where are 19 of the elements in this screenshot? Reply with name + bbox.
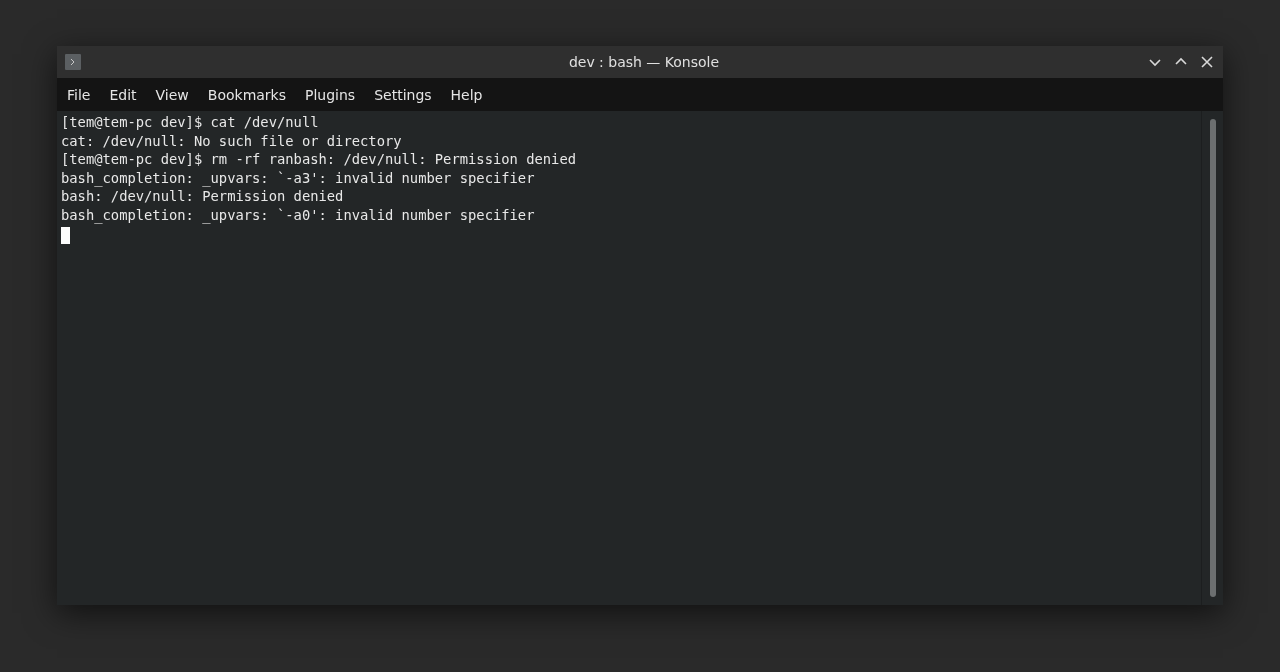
terminal-line: cat: /dev/null: No such file or directory xyxy=(61,131,403,151)
terminal-line: bash_completion: _upvars: `-a3': invalid number specifier xyxy=(61,168,536,188)
terminal-line: bash_completion: _upvars: `-a0': invalid number specifier xyxy=(61,205,536,225)
menu-item[interactable]: Settings xyxy=(367,78,439,111)
menu-item[interactable]: Help xyxy=(443,78,490,111)
menu-item[interactable]: Bookmarks xyxy=(200,78,293,111)
close-button[interactable] xyxy=(1199,54,1215,70)
menu-item[interactable]: View xyxy=(148,78,196,111)
text-cursor xyxy=(61,226,70,244)
terminal-line: [tem@tem-pc dev]$ rm -rf ranbash: /dev/null: Permission denied xyxy=(61,150,577,169)
close-icon xyxy=(1200,55,1214,69)
terminal-line: [tem@tem-pc dev]$ cat /dev/null xyxy=(61,113,320,132)
terminal-line: bash: /dev/null: Permission denied xyxy=(61,187,345,206)
menu-item[interactable]: File xyxy=(60,78,98,111)
scrollbar-thumb[interactable] xyxy=(1209,119,1216,597)
terminal-icon xyxy=(65,54,81,70)
menu-item[interactable]: Plugins xyxy=(298,78,363,111)
window-title: dev : bash — Konsole xyxy=(567,54,720,70)
menu-item[interactable]: Edit xyxy=(102,78,144,111)
